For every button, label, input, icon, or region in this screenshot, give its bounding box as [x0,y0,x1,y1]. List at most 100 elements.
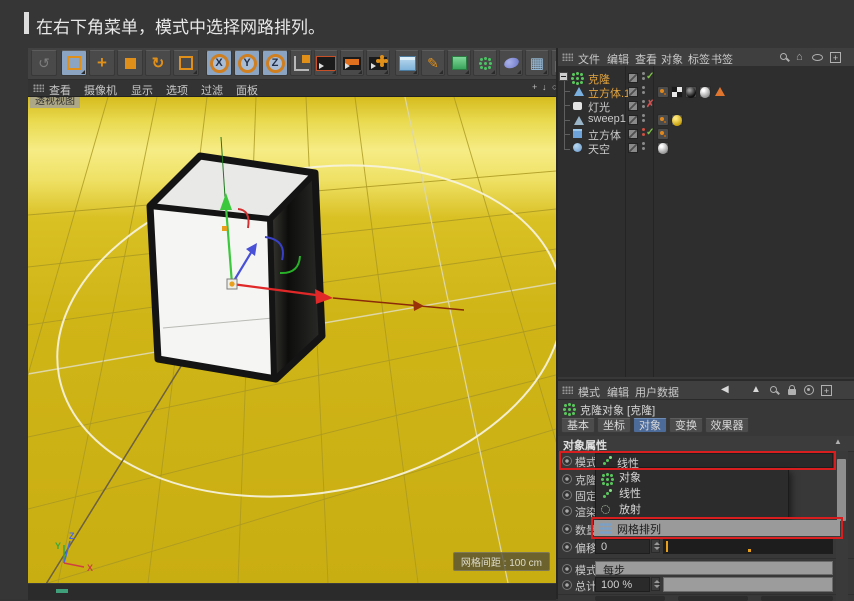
keyframe-dot[interactable] [562,580,572,590]
dropdown-item-grid-array[interactable]: 网格排列 [594,520,840,536]
render-settings-icon[interactable] [366,50,390,76]
back-icon[interactable]: ◀ [721,384,729,395]
filter-icon[interactable] [812,54,823,61]
home-icon[interactable]: ⌂ [796,51,803,63]
tab-coordinates[interactable]: 坐标 [597,418,631,433]
step-mode-dropdown[interactable]: 每步 [595,561,833,575]
layer-chip[interactable] [628,129,638,139]
coordinate-system-icon[interactable] [290,50,312,76]
lock-icon[interactable] [788,389,796,395]
am-menu-mode[interactable]: 模式 [578,384,600,400]
viewport-3d[interactable]: Z Y X 透视视图 网格间距 : 100 cm [28,97,556,583]
lock-x-icon[interactable]: X [206,50,232,76]
mode-dropdown[interactable]: 线性 [595,453,833,468]
tab-basic[interactable]: 基本 [561,418,595,433]
timeline-marker[interactable] [56,589,68,593]
am-menu-edit[interactable]: 编辑 [607,384,629,400]
render-picture-icon[interactable] [340,50,364,76]
generators-icon[interactable] [447,50,471,76]
live-selection-icon[interactable] [61,50,87,76]
deformers-icon[interactable] [499,50,523,76]
layer-chip[interactable] [628,115,638,125]
menu-options[interactable]: 选项 [166,82,188,98]
instance-tag[interactable] [657,128,669,140]
enabled-check[interactable]: ✓ [646,127,654,138]
object-label[interactable]: sweep1 [588,113,626,125]
total-input[interactable]: 100 % [595,577,650,592]
up-icon[interactable]: ▲ [751,384,761,395]
visibility-dots[interactable] [642,100,645,103]
om-menu-objects[interactable]: 对象 [661,51,683,67]
primitive-cube-icon[interactable] [395,50,419,76]
viewport-canvas[interactable]: Z Y X [28,97,556,583]
target-icon[interactable] [804,385,814,395]
offset-stepper[interactable] [651,539,660,553]
menu-camera[interactable]: 摄像机 [84,82,117,98]
menu-display[interactable]: 显示 [131,82,153,98]
texture-tag[interactable] [671,86,683,98]
lock-z-icon[interactable]: Z [262,50,288,76]
render-view-icon[interactable] [314,50,338,76]
om-menu-bookmarks[interactable]: 书签 [711,51,733,67]
add-panel-icon[interactable]: + [830,52,841,63]
keyframe-dot[interactable] [562,506,572,516]
dropdown-item-object[interactable]: 对象 [596,470,788,486]
scroll-up-icon[interactable]: ▲ [834,437,842,446]
visibility-dots[interactable] [642,128,645,131]
rotate-icon[interactable]: ↻ [145,50,171,76]
layer-chip[interactable] [628,87,638,97]
visibility-dots[interactable] [642,86,645,89]
layer-chip[interactable] [628,73,638,83]
environment-icon[interactable]: ▦ [525,50,549,76]
menu-panel[interactable]: 面板 [236,82,258,98]
om-menu-file[interactable]: 文件 [578,51,600,67]
disabled-cross[interactable]: ✗ [646,99,654,110]
enabled-check[interactable]: ✓ [646,71,654,82]
offset-slider[interactable] [663,539,833,554]
material-tag-yellow[interactable] [671,114,683,126]
keyframe-dot[interactable] [562,474,572,484]
om-menu-tags[interactable]: 标签 [688,51,710,67]
zoom-view-icon[interactable]: ↓ [542,82,547,92]
expand-toggle[interactable] [559,72,568,81]
om-menu-edit[interactable]: 编辑 [607,51,629,67]
timeline-strip[interactable] [28,583,556,600]
menu-view[interactable]: 查看 [49,82,71,98]
layer-chip[interactable] [628,143,638,153]
menu-filter[interactable]: 过滤 [201,82,223,98]
visibility-dots[interactable] [642,72,645,75]
undo-icon[interactable]: ↺ [31,50,57,76]
material-tag-black[interactable] [685,86,697,98]
keyframe-dot[interactable] [562,490,572,500]
move-icon[interactable]: + [89,50,115,76]
mode-keyframe-dot[interactable] [562,456,572,466]
panel-grip-icon[interactable] [562,53,573,61]
keyframe-dot[interactable] [562,564,572,574]
offset-input[interactable]: 0 [595,539,650,554]
scale-icon[interactable] [117,50,143,76]
phong-tag[interactable] [715,87,725,96]
search-icon[interactable] [770,386,777,393]
am-menu-userdata[interactable]: 用户数据 [635,384,679,400]
material-tag-white[interactable] [699,86,711,98]
om-menu-view[interactable]: 查看 [635,51,657,67]
dropdown-item-linear[interactable]: 线性 [596,486,788,502]
visibility-dots[interactable] [642,142,645,145]
total-slider[interactable] [663,577,833,592]
visibility-dots[interactable] [642,114,645,117]
instance-tag[interactable] [657,114,669,126]
search-icon[interactable] [780,53,787,60]
lock-y-icon[interactable]: Y [234,50,260,76]
tab-effectors[interactable]: 效果器 [705,418,749,433]
object-label[interactable]: 天空 [588,141,610,157]
modifiers-icon[interactable] [473,50,497,76]
rect-selection-icon[interactable] [173,50,199,76]
dropdown-item-radial[interactable]: 放射 [596,502,788,518]
pan-view-icon[interactable]: + [532,82,537,92]
panel-grip-icon[interactable] [562,386,573,394]
keyframe-dot[interactable] [562,542,572,552]
keyframe-dot[interactable] [562,524,572,534]
panel-grip-icon[interactable] [33,84,44,92]
tab-transform[interactable]: 变换 [669,418,703,433]
scrollbar-thumb[interactable] [837,459,846,521]
